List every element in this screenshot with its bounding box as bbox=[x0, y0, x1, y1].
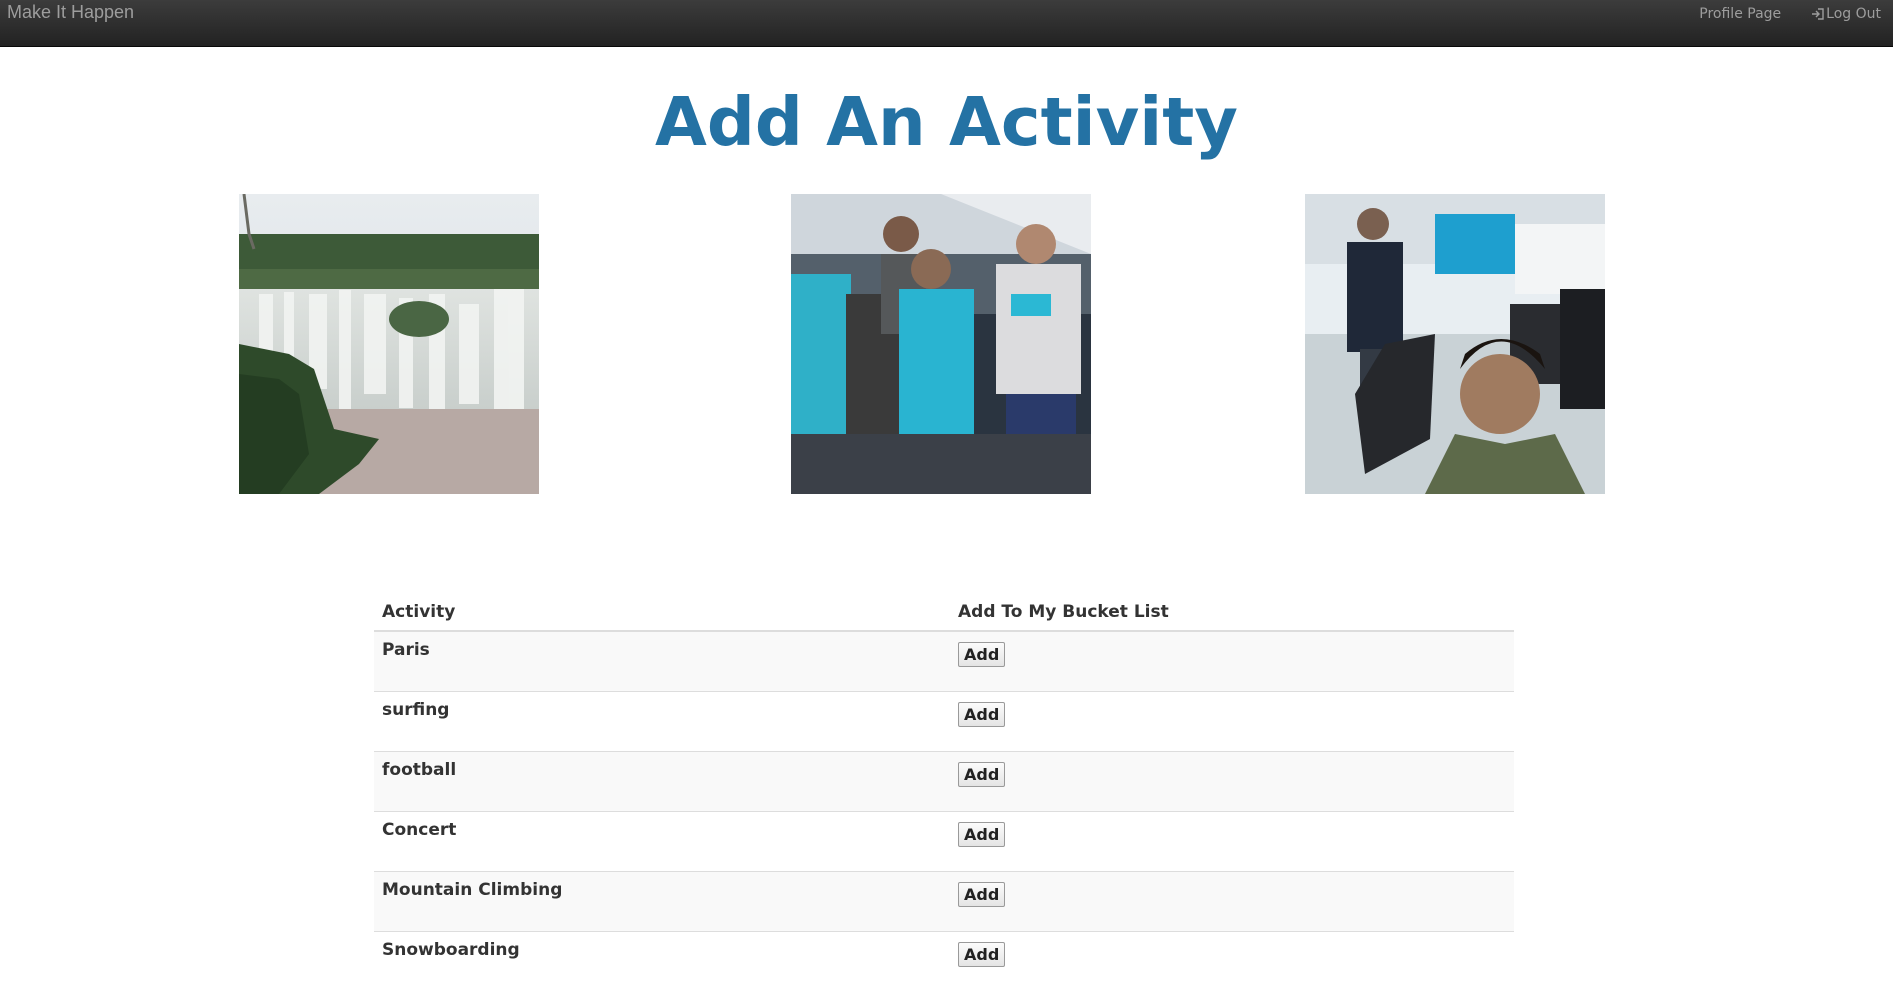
add-button[interactable]: Add bbox=[958, 942, 1005, 967]
activity-name: Concert bbox=[374, 812, 950, 872]
activity-name: football bbox=[374, 752, 950, 812]
activity-name: Snowboarding bbox=[374, 932, 950, 991]
table-row: Mountain Climbing Add bbox=[374, 872, 1514, 932]
brand-link[interactable]: Make It Happen bbox=[7, 2, 134, 23]
table-row: football Add bbox=[374, 752, 1514, 812]
add-button[interactable]: Add bbox=[958, 882, 1005, 907]
activity-name: Mountain Climbing bbox=[374, 872, 950, 932]
navbar-right: Profile Page Log Out bbox=[1699, 0, 1893, 28]
log-out-link[interactable]: Log Out bbox=[1811, 6, 1881, 22]
add-cell: Add bbox=[950, 692, 1514, 752]
add-cell: Add bbox=[950, 872, 1514, 932]
table-header-row: Activity Add To My Bucket List bbox=[374, 596, 1514, 631]
log-out-icon bbox=[1811, 8, 1825, 20]
add-cell: Add bbox=[950, 631, 1514, 692]
activity-table: Activity Add To My Bucket List Paris Add… bbox=[374, 596, 1514, 991]
table-row: Snowboarding Add bbox=[374, 932, 1514, 991]
add-button[interactable]: Add bbox=[958, 642, 1005, 667]
profile-page-link[interactable]: Profile Page bbox=[1699, 6, 1781, 22]
add-button[interactable]: Add bbox=[958, 822, 1005, 847]
add-cell: Add bbox=[950, 752, 1514, 812]
add-button[interactable]: Add bbox=[958, 702, 1005, 727]
log-out-label: Log Out bbox=[1826, 6, 1881, 22]
table-row: Paris Add bbox=[374, 631, 1514, 692]
office-selfie-photo bbox=[1305, 194, 1605, 494]
activity-name: Paris bbox=[374, 631, 950, 692]
table-row: surfing Add bbox=[374, 692, 1514, 752]
add-column-header: Add To My Bucket List bbox=[950, 596, 1514, 631]
add-cell: Add bbox=[950, 812, 1514, 872]
add-button[interactable]: Add bbox=[958, 762, 1005, 787]
marathon-runners-photo bbox=[791, 194, 1091, 494]
activity-name: surfing bbox=[374, 692, 950, 752]
add-cell: Add bbox=[950, 932, 1514, 991]
page-title: Add An Activity bbox=[0, 82, 1893, 162]
table-row: Concert Add bbox=[374, 812, 1514, 872]
waterfall-photo bbox=[239, 194, 539, 494]
navbar: Make It Happen Profile Page Log Out bbox=[0, 0, 1893, 47]
activity-column-header: Activity bbox=[374, 596, 950, 631]
